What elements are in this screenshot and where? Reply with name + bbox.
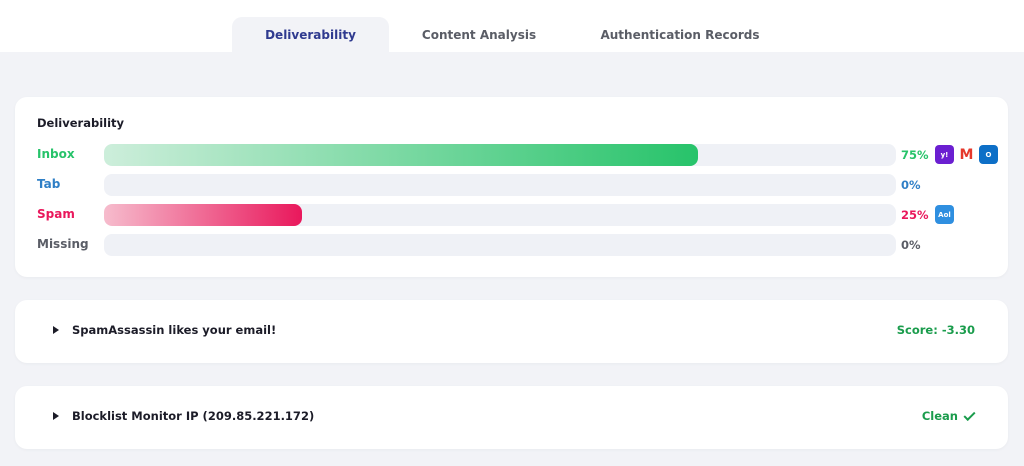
inbox-track [104, 144, 896, 166]
missing-label: Missing [37, 237, 89, 251]
tab-label: Tab [37, 177, 61, 191]
blocklist-title: Blocklist Monitor IP (209.85.221.172) [72, 409, 315, 423]
spam-track [104, 204, 896, 226]
inbox-percent: 75% [901, 148, 929, 162]
tab-bar: Deliverability Content Analysis Authenti… [0, 0, 1024, 53]
score-text: Score: -3.30 [896, 323, 975, 337]
spamassassin-card[interactable]: SpamAssassin likes your email! Score: -3… [15, 300, 1008, 363]
tab-content-analysis[interactable]: Content Analysis [408, 17, 550, 53]
spam-row: Spam 25% Aol [37, 204, 997, 226]
missing-track [104, 234, 896, 256]
inbox-row: Inbox 75% y! M O [37, 144, 998, 166]
gmail-icon: M [957, 145, 976, 164]
tab-track [104, 174, 896, 196]
outlook-icon: O [979, 145, 998, 164]
inbox-label: Inbox [37, 147, 75, 161]
tab-deliverability[interactable]: Deliverability [232, 17, 389, 53]
blocklist-status: Clean [921, 408, 976, 423]
inbox-bar [104, 144, 698, 166]
spam-bar [104, 204, 302, 226]
aol-icon: Aol [935, 205, 954, 224]
tab-authentication-records[interactable]: Authentication Records [578, 17, 782, 53]
caret-right-icon[interactable] [53, 412, 59, 420]
deliverability-title: Deliverability [37, 116, 125, 130]
missing-row: Missing 0% [37, 234, 997, 256]
caret-right-icon[interactable] [53, 326, 59, 334]
spamassassin-title: SpamAssassin likes your email! [72, 323, 277, 337]
check-icon [963, 408, 976, 421]
yahoo-icon: y! [935, 145, 954, 164]
missing-percent: 0% [901, 238, 921, 252]
status-text: Clean [921, 409, 958, 423]
spam-percent: 25% [901, 208, 929, 222]
tab-row: Tab 0% [37, 174, 997, 196]
tab-percent: 0% [901, 178, 921, 192]
spamassassin-score: Score: -3.30 [897, 323, 975, 337]
spam-label: Spam [37, 207, 75, 221]
deliverability-card: Deliverability Inbox 75% y! M O Tab 0% S… [15, 97, 1008, 277]
blocklist-card[interactable]: Blocklist Monitor IP (209.85.221.172) Cl… [15, 386, 1008, 449]
